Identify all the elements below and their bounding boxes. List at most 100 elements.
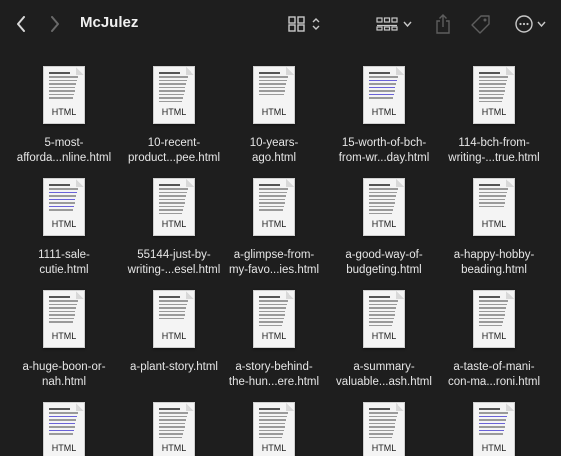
file-name: a-happy-hobby-beading.html (438, 248, 550, 278)
html-file-icon: HTML (43, 290, 85, 348)
file-name-line-1: 10-years- (249, 137, 299, 149)
share-icon (436, 14, 450, 34)
file-name-line-2: writing-...true.html (448, 152, 540, 164)
more-options-icon (514, 15, 533, 33)
file-type-badge: HTML (481, 107, 507, 117)
file-name-line-1: 10-recent- (147, 137, 201, 149)
file-item[interactable]: HTML (328, 402, 440, 456)
file-type-badge: HTML (161, 331, 187, 341)
html-file-icon: HTML (473, 66, 515, 124)
html-file-icon: HTML (363, 402, 405, 456)
file-type-badge: HTML (161, 443, 187, 453)
file-item[interactable]: HTML a-taste-of-mani-con-ma...roni.html (438, 290, 550, 390)
file-name-line-2: cutie.html (39, 264, 89, 276)
file-name-line-2: from-wr...day.html (338, 152, 430, 164)
html-file-icon: HTML (363, 178, 405, 236)
tag-icon (471, 15, 490, 34)
html-file-icon: HTML (473, 290, 515, 348)
html-file-icon: HTML (363, 66, 405, 124)
file-type-badge: HTML (481, 443, 507, 453)
file-name-line-2: the-hun...ere.html (228, 376, 320, 388)
up-down-chevron-icon (312, 18, 320, 30)
file-item[interactable]: HTML 10-years-ago.html (218, 66, 330, 166)
file-type-badge: HTML (51, 219, 77, 229)
file-item[interactable]: HTML 55144-just-by-writing-...esel.html (118, 178, 230, 278)
file-item[interactable]: HTML a-summary-valuable...ash.html (328, 290, 440, 390)
file-name-line-1: a-good-way-of- (345, 249, 423, 261)
file-name-line-1: 1111-sale- (38, 249, 90, 261)
html-file-icon: HTML (153, 402, 195, 456)
file-item[interactable]: HTML a-happy-hobby-beading.html (438, 178, 550, 278)
file-name-line-1: a-huge-boon-or- (22, 361, 106, 373)
file-name-line-2: my-favo...ies.html (228, 264, 320, 276)
file-item[interactable]: HTML (438, 402, 550, 456)
file-item[interactable]: HTML a-story-behind-the-hun...ere.html (218, 290, 330, 390)
view-mode-button[interactable] (284, 12, 324, 36)
back-button[interactable] (12, 14, 30, 34)
file-item[interactable]: HTML (118, 402, 230, 456)
file-name: 5-most-afforda...nline.html (8, 136, 120, 166)
file-item[interactable]: HTML 1111-sale-cutie.html (8, 178, 120, 278)
file-type-badge: HTML (51, 107, 77, 117)
file-item[interactable]: HTML 10-recent-product...pee.html (118, 66, 230, 166)
file-type-badge: HTML (261, 219, 287, 229)
file-name-line-2: valuable...ash.html (336, 376, 432, 388)
forward-button[interactable] (46, 14, 64, 34)
file-type-badge: HTML (481, 331, 507, 341)
html-file-icon: HTML (473, 178, 515, 236)
file-type-badge: HTML (371, 331, 397, 341)
file-type-badge: HTML (161, 107, 187, 117)
file-name-line-2: afforda...nline.html (16, 152, 112, 164)
file-name-line-2: product...pee.html (127, 152, 221, 164)
file-item[interactable]: HTML 114-bch-from-writing-...true.html (438, 66, 550, 166)
file-name: 10-years-ago.html (218, 136, 330, 166)
file-name: 1111-sale-cutie.html (8, 248, 120, 278)
file-grid: HTML 5-most-afforda...nline.html HTML 10-re… (0, 48, 561, 456)
file-name-line-2: writing-...esel.html (127, 264, 221, 276)
html-file-icon: HTML (253, 290, 295, 348)
file-item[interactable]: HTML (218, 402, 330, 456)
file-type-badge: HTML (261, 443, 287, 453)
file-name-line-1: 15-worth-of-bch- (341, 137, 427, 149)
window-title: McJulez (80, 14, 139, 31)
file-name-line-1: a-glimpse-from- (233, 249, 315, 261)
file-item[interactable]: HTML a-huge-boon-or-nah.html (8, 290, 120, 390)
file-name: 10-recent-product...pee.html (118, 136, 230, 166)
file-type-badge: HTML (371, 219, 397, 229)
file-name-line-1: 5-most- (44, 137, 84, 149)
tag-button[interactable] (470, 12, 492, 36)
file-name-line-2: budgeting.html (346, 264, 422, 276)
chevron-right-icon (51, 16, 59, 32)
html-file-icon: HTML (43, 178, 85, 236)
share-button[interactable] (432, 12, 454, 36)
html-file-icon: HTML (253, 178, 295, 236)
file-type-badge: HTML (51, 443, 77, 453)
file-name-line-1: 55144-just-by- (137, 249, 211, 261)
file-item[interactable]: HTML a-good-way-of-budgeting.html (328, 178, 440, 278)
file-type-badge: HTML (371, 443, 397, 453)
html-file-icon: HTML (153, 178, 195, 236)
file-name-line-2: con-ma...roni.html (447, 376, 541, 388)
more-options-button[interactable] (510, 12, 550, 36)
file-type-badge: HTML (371, 107, 397, 117)
file-name: a-plant-story.html (118, 360, 230, 375)
file-name-line-1: a-happy-hobby- (453, 249, 535, 261)
file-item[interactable]: HTML a-plant-story.html (118, 290, 230, 375)
file-item[interactable]: HTML 5-most-afforda...nline.html (8, 66, 120, 166)
file-type-badge: HTML (51, 331, 77, 341)
file-item[interactable]: HTML (8, 402, 120, 456)
file-item[interactable]: HTML a-glimpse-from-my-favo...ies.html (218, 178, 330, 278)
html-file-icon: HTML (153, 290, 195, 348)
file-name-line-1: 114-bch-from- (458, 137, 530, 149)
file-name: 15-worth-of-bch-from-wr...day.html (328, 136, 440, 166)
file-name-line-2: ago.html (251, 152, 297, 164)
file-name: a-summary-valuable...ash.html (328, 360, 440, 390)
file-name-line-1: a-plant-story.html (130, 361, 218, 373)
html-file-icon: HTML (473, 402, 515, 456)
chevron-down-icon (403, 21, 412, 27)
file-name-line-1: a-summary- (353, 361, 415, 373)
file-item[interactable]: HTML 15-worth-of-bch-from-wr...day.html (328, 66, 440, 166)
group-by-button[interactable] (374, 12, 414, 36)
file-name: a-huge-boon-or-nah.html (8, 360, 120, 390)
file-name: 55144-just-by-writing-...esel.html (118, 248, 230, 278)
